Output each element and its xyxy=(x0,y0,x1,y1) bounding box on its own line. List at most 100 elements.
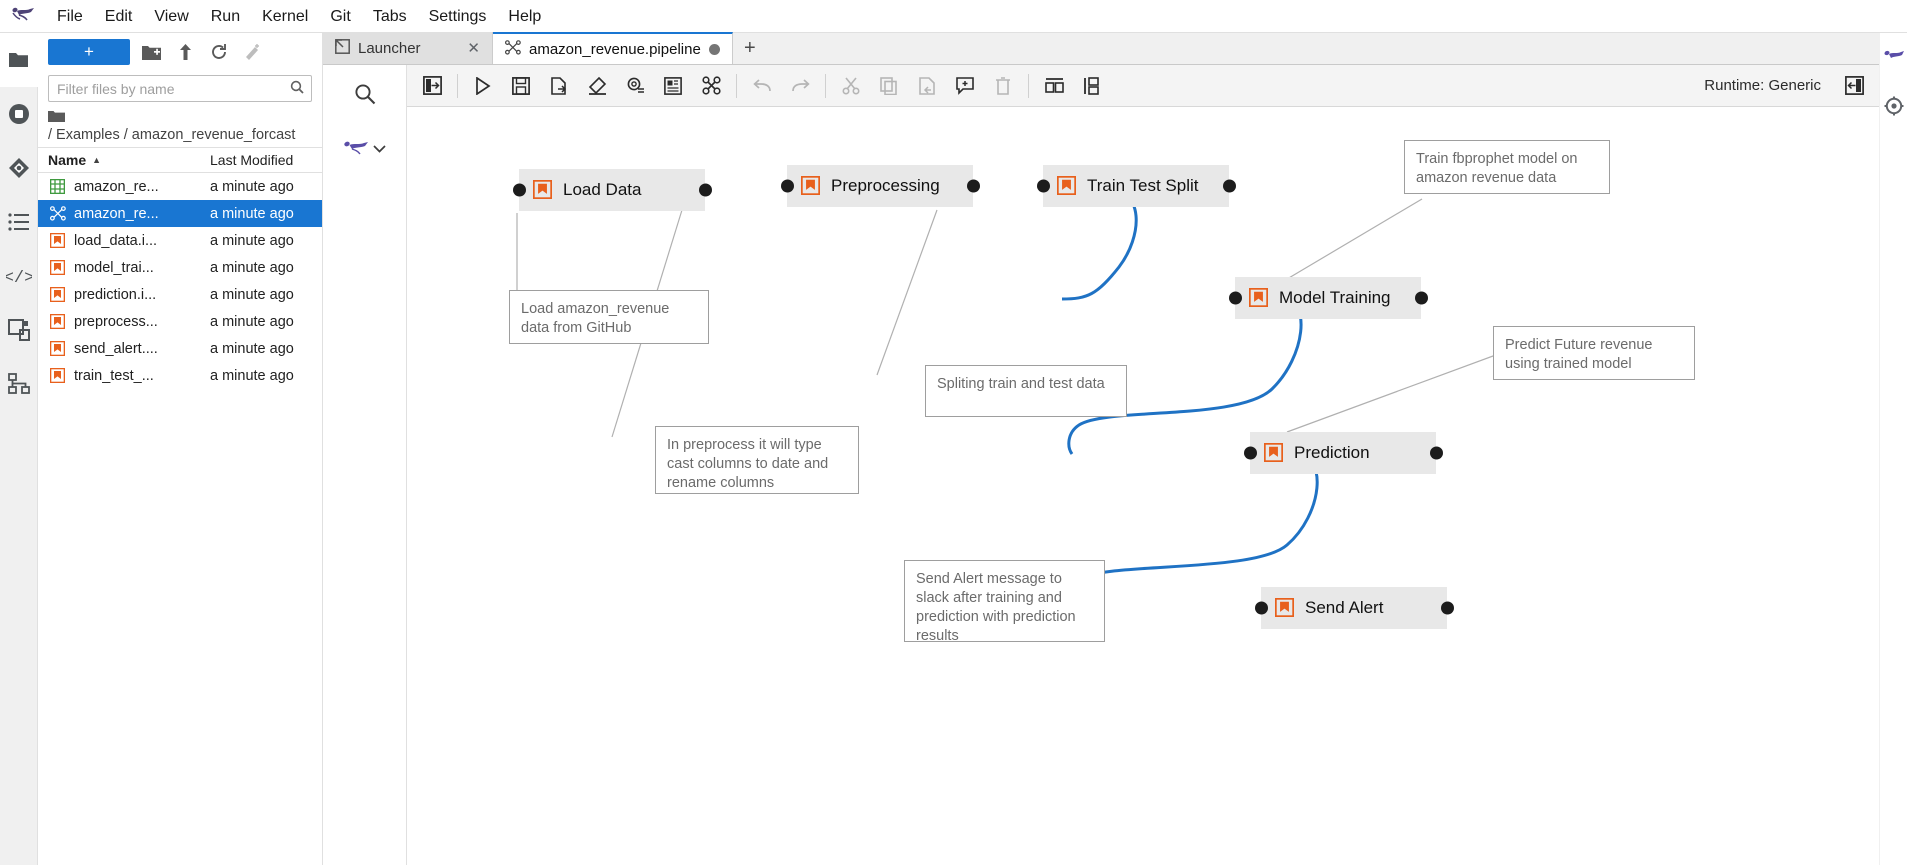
create-comment-button[interactable] xyxy=(946,67,984,105)
export-pipeline-button[interactable] xyxy=(540,67,578,105)
unsaved-changes-indicator[interactable] xyxy=(708,43,720,55)
arrange-horizontal-button[interactable] xyxy=(1035,67,1073,105)
column-header-name[interactable]: Name ▲ xyxy=(38,152,210,168)
node-output-port[interactable] xyxy=(1429,446,1443,460)
column-header-last-modified[interactable]: Last Modified xyxy=(210,152,322,168)
tab-label: Launcher xyxy=(358,39,421,57)
run-pipeline-button[interactable] xyxy=(464,67,502,105)
list-item[interactable]: amazon_re... a minute ago xyxy=(38,173,322,200)
file-modified: a minute ago xyxy=(210,259,294,276)
save-pipeline-button[interactable] xyxy=(502,67,540,105)
sidebar-item-pipeline-runtimes[interactable] xyxy=(0,357,38,411)
settings-gear-icon[interactable] xyxy=(1884,96,1904,121)
pipeline-comment-alert[interactable]: Send Alert message to slack after traini… xyxy=(904,560,1105,644)
file-name: train_test_... xyxy=(74,367,154,384)
file-modified: a minute ago xyxy=(210,340,294,357)
pipeline-comment-training[interactable]: Train fbprophet model on amazon revenue … xyxy=(1404,140,1610,194)
list-item[interactable]: train_test_... a minute ago xyxy=(38,362,322,389)
palette-category-generic[interactable] xyxy=(332,129,398,169)
list-item[interactable]: model_trai... a minute ago xyxy=(38,254,322,281)
node-input-port[interactable] xyxy=(1036,179,1050,193)
node-output-port[interactable] xyxy=(1222,179,1236,193)
new-pipeline-icon[interactable] xyxy=(240,39,266,65)
node-label: Load Data xyxy=(563,180,642,199)
node-input-port[interactable] xyxy=(1254,601,1268,615)
menu-file[interactable]: File xyxy=(46,0,94,33)
menu-edit[interactable]: Edit xyxy=(94,0,144,33)
menu-git[interactable]: Git xyxy=(319,0,361,33)
close-icon[interactable]: ✕ xyxy=(467,39,480,57)
sidebar-item-running-terminals[interactable] xyxy=(0,87,38,141)
tab-amazon-revenue-pipeline[interactable]: amazon_revenue.pipeline xyxy=(493,32,733,64)
property-panel-icon[interactable] xyxy=(1883,47,1905,72)
list-item[interactable]: prediction.i... a minute ago xyxy=(38,281,322,308)
add-node-button[interactable] xyxy=(692,67,730,105)
arrange-vertical-button[interactable] xyxy=(1073,67,1111,105)
new-folder-icon[interactable] xyxy=(138,39,164,65)
node-input-port[interactable] xyxy=(780,179,794,193)
new-launcher-button[interactable]: + xyxy=(48,39,130,65)
delete-button[interactable] xyxy=(984,67,1022,105)
node-output-port[interactable] xyxy=(698,183,712,197)
sidebar-item-git[interactable] xyxy=(0,141,38,195)
pipeline-node-train-test-split[interactable]: Train Test Split xyxy=(1036,165,1236,207)
sidebar-item-file-browser[interactable] xyxy=(0,33,38,87)
node-output-port[interactable] xyxy=(1440,601,1454,615)
collapse-panel-button[interactable] xyxy=(1835,67,1873,105)
pipeline-comment-preprocess[interactable]: In preprocess it will type cast columns … xyxy=(655,426,859,494)
breadcrumb-path[interactable]: / Examples / amazon_revenue_forcast xyxy=(48,127,312,143)
node-output-port[interactable] xyxy=(966,179,980,193)
menu-kernel[interactable]: Kernel xyxy=(251,0,319,33)
breadcrumb[interactable]: / Examples / amazon_revenue_forcast xyxy=(38,108,322,147)
list-item[interactable]: amazon_re... a minute ago xyxy=(38,200,322,227)
menu-bar: File Edit View Run Kernel Git Tabs Setti… xyxy=(0,0,1907,33)
menu-view[interactable]: View xyxy=(143,0,199,33)
pipeline-comment-split[interactable]: Spliting train and test data xyxy=(925,365,1127,417)
pipeline-node-model-training[interactable]: Model Training xyxy=(1228,277,1428,319)
paste-button[interactable] xyxy=(908,67,946,105)
undo-button[interactable] xyxy=(743,67,781,105)
pipeline-canvas[interactable]: Load Data Preprocessing Train Test Split… xyxy=(407,107,1879,865)
sidebar-item-code-snippets[interactable]: </> xyxy=(0,249,38,303)
main-area: Launcher ✕ amazon_revenue.pipeline + Run… xyxy=(323,32,1879,865)
pipeline-links xyxy=(516,185,1513,610)
menu-help[interactable]: Help xyxy=(497,0,552,33)
notebook-icon xyxy=(1263,442,1284,463)
pipeline-node-load-data[interactable]: Load Data xyxy=(512,169,712,211)
toolbar-separator xyxy=(736,73,737,98)
sidebar-item-extension-manager[interactable] xyxy=(0,303,38,357)
open-panel-button[interactable] xyxy=(413,67,451,105)
pipeline-properties-button[interactable] xyxy=(616,67,654,105)
clear-pipeline-button[interactable] xyxy=(578,67,616,105)
tab-launcher[interactable]: Launcher ✕ xyxy=(323,32,493,64)
notebook-icon xyxy=(532,179,553,200)
pipeline-node-prediction[interactable]: Prediction xyxy=(1243,432,1443,474)
node-input-port[interactable] xyxy=(1243,446,1257,460)
copy-button[interactable] xyxy=(870,67,908,105)
cut-button[interactable] xyxy=(832,67,870,105)
pipeline-node-preprocessing[interactable]: Preprocessing xyxy=(780,165,980,207)
elyra-runtime-icon xyxy=(343,138,369,161)
pipeline-comment-prediction[interactable]: Predict Future revenue using trained mod… xyxy=(1493,326,1695,380)
list-item[interactable]: load_data.i... a minute ago xyxy=(38,227,322,254)
palette-search-icon[interactable] xyxy=(335,73,395,115)
add-tab-button[interactable]: + xyxy=(733,32,767,64)
search-input[interactable] xyxy=(48,75,312,102)
file-modified: a minute ago xyxy=(210,232,294,249)
node-input-port[interactable] xyxy=(1228,291,1242,305)
menu-run[interactable]: Run xyxy=(200,0,251,33)
add-comment-button[interactable] xyxy=(654,67,692,105)
upload-icon[interactable] xyxy=(172,39,198,65)
sidebar-item-table-of-contents[interactable] xyxy=(0,195,38,249)
node-output-port[interactable] xyxy=(1414,291,1428,305)
menu-settings[interactable]: Settings xyxy=(418,0,498,33)
refresh-icon[interactable] xyxy=(206,39,232,65)
menu-tabs[interactable]: Tabs xyxy=(362,0,418,33)
pipeline-node-send-alert[interactable]: Send Alert xyxy=(1254,587,1454,629)
node-input-port[interactable] xyxy=(512,183,526,197)
list-item[interactable]: send_alert.... a minute ago xyxy=(38,335,322,362)
pipeline-comment-load[interactable]: Load amazon_revenue data from GitHub xyxy=(509,290,709,344)
notebook-icon xyxy=(50,233,74,248)
redo-button[interactable] xyxy=(781,67,819,105)
list-item[interactable]: preprocess... a minute ago xyxy=(38,308,322,335)
